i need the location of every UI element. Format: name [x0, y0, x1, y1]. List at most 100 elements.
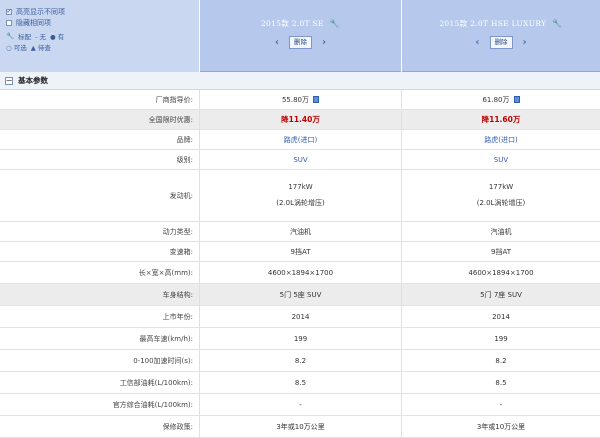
param-value-car-2: 199: [402, 328, 600, 349]
wrench-icon: 🔧: [6, 31, 15, 40]
table-row: 最高车速(km/h): 199 199: [0, 328, 600, 350]
value-text: 降11.40万: [281, 115, 320, 124]
config-wrench-icon[interactable]: 🔧: [330, 19, 340, 28]
value-text: 177kW: [488, 183, 514, 191]
car-column-header-2: 2015款 2.0T HSE LUXURY 🔧 ‹ 删除 ›: [402, 0, 600, 72]
delete-car-1-button[interactable]: 删除: [289, 36, 312, 49]
table-row: 上市年份: 2014 2014: [0, 306, 600, 328]
calculator-icon[interactable]: [313, 96, 320, 103]
option-highlight-diff[interactable]: ✓ 高亮显示不同项: [6, 6, 199, 17]
value-text: 2014: [492, 312, 510, 321]
legend-have: ● 有: [50, 32, 65, 41]
value-subtext: (2.0L涡轮增压): [276, 199, 325, 207]
option-hide-same[interactable]: 隐藏相同项: [6, 17, 199, 28]
param-value-car-1: 55.80万: [200, 90, 402, 109]
value-text: 3年或10万公里: [476, 422, 526, 431]
legend-standard: 标配: [18, 32, 32, 41]
calculator-icon[interactable]: [513, 96, 520, 103]
value-text: 4600×1894×1700: [267, 268, 334, 277]
legend-none: - 无: [35, 32, 47, 41]
delete-car-2-button[interactable]: 删除: [489, 36, 513, 49]
car-nav-1: ‹ 删除 ›: [200, 36, 401, 49]
param-label: 级别:: [0, 150, 200, 169]
param-value-car-2: SUV: [402, 150, 600, 169]
table-row: 0-100加速时间(s): 8.2 8.2: [0, 350, 600, 372]
chevron-right-icon[interactable]: ›: [322, 37, 326, 48]
value-text: 8.5: [495, 378, 507, 387]
param-value-car-1: 8.2: [200, 350, 402, 371]
legend-line-2: ○ 可选 ▲ 待查: [6, 41, 199, 52]
value-text[interactable]: SUV: [494, 156, 508, 164]
compare-header: ✓ 高亮显示不同项 隐藏相同项 🔧 标配 - 无 ● 有 ○ 可选 ▲ 待查 2…: [0, 0, 600, 72]
table-row: 变速箱: 9挡AT 9挡AT: [0, 242, 600, 262]
option-hide-same-label: 隐藏相同项: [16, 18, 51, 27]
value-text: 55.80万: [281, 95, 310, 104]
config-wrench-icon[interactable]: 🔧: [552, 19, 562, 28]
param-value-car-2: 3年或10万公里: [402, 416, 600, 437]
param-label: 品牌:: [0, 130, 200, 149]
value-text: 5门 7座 SUV: [480, 290, 522, 299]
param-value-car-2: 汽油机: [402, 222, 600, 241]
value-text: -: [499, 400, 503, 409]
param-value-car-2: 4600×1894×1700: [402, 262, 600, 283]
display-options: ✓ 高亮显示不同项 隐藏相同项 🔧 标配 - 无 ● 有 ○ 可选 ▲ 待查: [0, 0, 200, 72]
value-text: 汽油机: [290, 227, 311, 236]
value-text: 汽油机: [490, 227, 512, 236]
legend-pending: ▲ 待查: [30, 43, 51, 52]
collapse-icon[interactable]: −: [5, 76, 13, 85]
chevron-left-icon[interactable]: ‹: [475, 37, 479, 48]
car-title-1: 2015款 2.0T SE 🔧: [260, 19, 341, 28]
param-value-car-2: 降11.60万: [402, 110, 600, 129]
param-value-car-1: 177kW (2.0L涡轮增压): [200, 170, 402, 221]
value-text: 9挡AT: [491, 247, 511, 256]
param-value-car-1: 199: [200, 328, 402, 349]
value-text[interactable]: 路虎(进口): [284, 135, 317, 145]
price-wrap: 61.80万: [482, 95, 520, 105]
value-text: 8.2: [294, 356, 307, 365]
param-value-car-1: 路虎(进口): [200, 130, 402, 149]
param-value-car-2: 5门 7座 SUV: [402, 284, 600, 305]
value-text[interactable]: 路虎(进口): [484, 135, 517, 145]
param-value-car-1: 4600×1894×1700: [200, 262, 402, 283]
value-text[interactable]: SUV: [293, 156, 307, 164]
param-value-car-2: 路虎(进口): [402, 130, 600, 149]
param-value-car-1: -: [200, 394, 402, 415]
param-label: 变速箱:: [0, 242, 200, 261]
table-row: 品牌: 路虎(进口) 路虎(进口): [0, 130, 600, 150]
value-text: 5门 5座 SUV: [279, 290, 322, 299]
table-row: 发动机: 177kW (2.0L涡轮增压) 177kW (2.0L涡轮增压): [0, 170, 600, 222]
value-text: 8.5: [294, 378, 307, 387]
param-label: 车身结构:: [0, 284, 200, 305]
param-label: 发动机:: [0, 170, 200, 221]
checkbox-highlight-diff[interactable]: ✓: [6, 8, 12, 15]
value-text: 2014: [291, 312, 310, 321]
param-value-car-1: 8.5: [200, 372, 402, 393]
chevron-left-icon[interactable]: ‹: [275, 37, 279, 48]
params-table: 厂商指导价: 55.80万 61.80万 全国限时优惠: 降11.40万 降11.60万品…: [0, 90, 600, 438]
param-label: 上市年份:: [0, 306, 200, 327]
param-value-car-2: 9挡AT: [402, 242, 600, 261]
table-row: 长×宽×高(mm): 4600×1894×1700 4600×1894×1700: [0, 262, 600, 284]
param-label: 官方综合油耗(L/100km):: [0, 394, 200, 415]
chevron-right-icon[interactable]: ›: [523, 37, 527, 48]
param-label: 0-100加速时间(s):: [0, 350, 200, 371]
legend-line-1: 🔧 标配 - 无 ● 有: [6, 30, 199, 41]
value-text: 4600×1894×1700: [468, 268, 534, 277]
param-value-car-1: 汽油机: [200, 222, 402, 241]
table-row: 保修政策: 3年或10万公里 3年或10万公里: [0, 416, 600, 438]
checkbox-hide-same[interactable]: [6, 19, 12, 26]
param-value-car-1: 3年或10万公里: [200, 416, 402, 437]
param-label: 厂商指导价:: [0, 90, 200, 109]
param-value-car-1: 9挡AT: [200, 242, 402, 261]
param-value-car-2: 177kW (2.0L涡轮增压): [402, 170, 600, 221]
table-row: 官方综合油耗(L/100km): - -: [0, 394, 600, 416]
car-compare-page: ✓ 高亮显示不同项 隐藏相同项 🔧 标配 - 无 ● 有 ○ 可选 ▲ 待查 2…: [0, 0, 600, 438]
param-value-car-2: 8.2: [402, 350, 600, 371]
car-title-2: 2015款 2.0T HSE LUXURY 🔧: [439, 19, 563, 28]
table-row: 工信部油耗(L/100km): 8.5 8.5: [0, 372, 600, 394]
table-row: 车身结构: 5门 5座 SUV 5门 7座 SUV: [0, 284, 600, 306]
table-row: 全国限时优惠: 降11.40万 降11.60万: [0, 110, 600, 130]
param-label: 全国限时优惠:: [0, 110, 200, 129]
section-basic-params[interactable]: − 基本参数: [0, 72, 600, 90]
param-value-car-2: 2014: [402, 306, 600, 327]
